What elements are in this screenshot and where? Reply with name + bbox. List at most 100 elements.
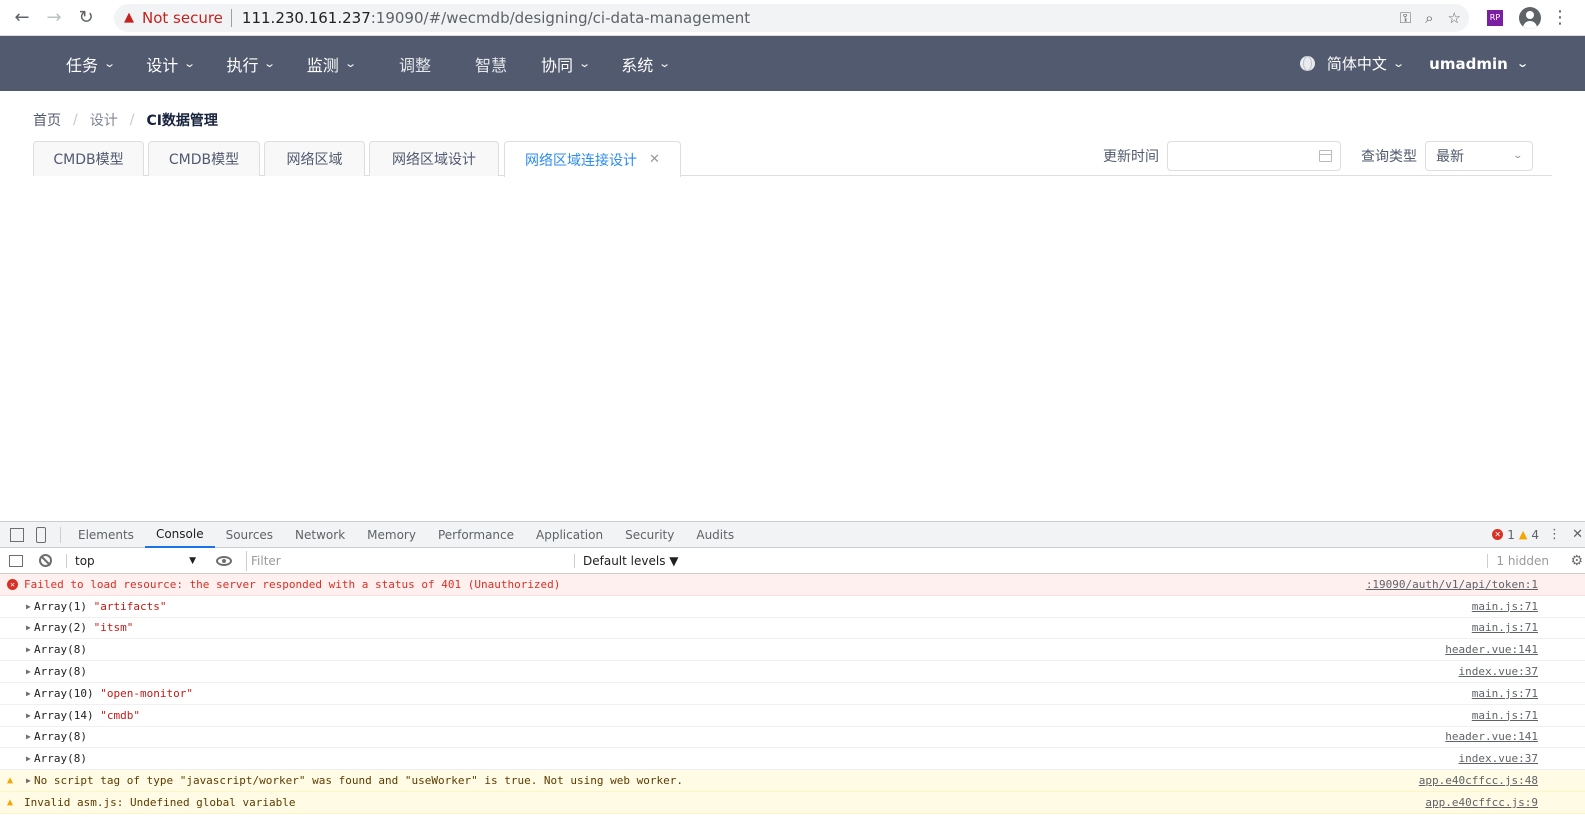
console-message-log[interactable]: ▶ Array(8) index.vue:37 [0, 748, 1585, 771]
source-link[interactable]: main.js:71 [1472, 687, 1538, 700]
clear-console-icon[interactable] [39, 554, 52, 567]
extension-icon[interactable]: RP [1487, 9, 1503, 26]
devtools-tab-security[interactable]: Security [614, 522, 685, 548]
devtools-tab-elements[interactable]: Elements [67, 522, 145, 548]
breadcrumb: 首页 / 设计 / CI数据管理 [33, 110, 218, 130]
console-message-log[interactable]: ▶ Array(8) index.vue:37 [0, 661, 1585, 683]
console-message-log[interactable]: ▶ Array(2) "itsm" main.js:71 [0, 618, 1585, 640]
console-message-log[interactable]: ▶ Array(8) header.vue:141 [0, 727, 1585, 749]
tab-label: CMDB模型 [53, 152, 124, 168]
bookmark-star-icon[interactable]: ☆ [1448, 9, 1461, 27]
query-type-value: 最新 [1436, 149, 1464, 165]
menu-design[interactable]: 设计 ⌄ [146, 52, 196, 76]
expand-triangle-icon[interactable]: ▶ [26, 602, 31, 611]
devtools-menu-icon[interactable]: ⋮ [1548, 527, 1561, 542]
log-levels-select[interactable]: Default levels ▼ [574, 553, 679, 568]
update-time-label: 更新时间 [1103, 149, 1159, 165]
context-select[interactable]: top ▼ [66, 553, 196, 568]
menu-execute[interactable]: 执行 ⌄ [226, 52, 276, 76]
warning-count: 4 [1531, 527, 1539, 542]
console-filter-input[interactable]: Filter [246, 550, 566, 571]
inspect-element-icon[interactable] [10, 527, 24, 542]
expand-triangle-icon[interactable]: ▶ [26, 754, 31, 763]
chevron-down-icon: ⌄ [1392, 57, 1405, 70]
close-icon[interactable]: ✕ [649, 152, 660, 167]
device-toolbar-icon[interactable] [36, 526, 46, 543]
reload-icon[interactable]: ↻ [72, 4, 100, 32]
source-link[interactable]: main.js:71 [1472, 621, 1538, 634]
console-message-log[interactable]: ▶ Array(14) "cmdb" main.js:71 [0, 705, 1585, 727]
devtools-tab-audits[interactable]: Audits [685, 522, 745, 548]
menu-tasks[interactable]: 任务 ⌄ [66, 52, 116, 76]
console-message-log[interactable]: ▶ Array(8) header.vue:141 [0, 639, 1585, 662]
devtools-tab-console[interactable]: Console [144, 522, 215, 548]
source-link[interactable]: header.vue:141 [1445, 643, 1538, 656]
warning-icon: ▲ [7, 796, 14, 808]
warning-icon: ▲ [124, 10, 134, 25]
source-link[interactable]: main.js:71 [1472, 600, 1538, 613]
menu-label: 监测 [306, 55, 339, 75]
gear-icon[interactable]: ⚙ [1570, 553, 1583, 569]
expand-triangle-icon[interactable]: ▶ [26, 689, 31, 698]
menu-monitor[interactable]: 监测 ⌄ [306, 52, 357, 76]
tab-cmdb-model-1[interactable]: CMDB模型 [33, 141, 144, 176]
key-icon[interactable]: ⚿ [1400, 9, 1411, 27]
language-selector[interactable]: 简体中文 ⌄ [1299, 53, 1405, 74]
source-link[interactable]: index.vue:37 [1459, 752, 1538, 765]
address-bar[interactable]: ▲ Not secure 111.230.161.237:19090/#/wec… [114, 3, 1469, 32]
expand-triangle-icon[interactable]: ▶ [26, 667, 31, 676]
divider [230, 8, 232, 27]
query-type-select[interactable]: 最新 ⌄ [1425, 141, 1533, 171]
expand-triangle-icon[interactable]: ▶ [26, 645, 31, 654]
source-link[interactable]: app.e40cffcc.js:9 [1425, 796, 1538, 809]
warning-icon: ▲ [1518, 528, 1528, 541]
zoom-icon[interactable]: ⌕ [1425, 9, 1433, 27]
menu-collaborate[interactable]: 协同 ⌄ [541, 52, 591, 76]
console-message-log[interactable]: ▶ Array(1) "artifacts" main.js:71 [0, 596, 1585, 618]
tab-network-zone-design[interactable]: 网络区域设计 [369, 141, 499, 176]
source-link[interactable]: header.vue:141 [1445, 730, 1538, 743]
source-link[interactable]: index.vue:37 [1459, 665, 1538, 678]
sidebar-toggle-icon[interactable] [9, 554, 23, 567]
update-time-picker[interactable] [1167, 141, 1341, 171]
tab-network-zone[interactable]: 网络区域 [264, 141, 365, 176]
chevron-down-icon: ⌄ [1512, 151, 1524, 161]
close-icon[interactable]: ✕ [1572, 527, 1583, 542]
expand-triangle-icon[interactable]: ▶ [26, 711, 31, 720]
browser-menu-icon[interactable]: ⋮ [1551, 7, 1569, 28]
expand-triangle-icon[interactable]: ▶ [26, 623, 31, 632]
expand-triangle-icon[interactable]: ▶ [26, 732, 31, 741]
profile-avatar-icon[interactable] [1519, 6, 1541, 29]
message-string: "cmdb" [100, 708, 140, 722]
source-link[interactable]: main.js:71 [1472, 709, 1538, 722]
security-status[interactable]: Not secure [142, 9, 223, 27]
tab-network-zone-link-design[interactable]: 网络区域连接设计 ✕ [504, 141, 681, 177]
menu-system[interactable]: 系统 ⌄ [621, 52, 672, 76]
tab-cmdb-model-2[interactable]: CMDB模型 [148, 141, 260, 176]
chevron-down-icon: ⌄ [658, 57, 672, 70]
menu-adjust[interactable]: 调整 [399, 52, 431, 76]
menu-wisdom[interactable]: 智慧 [475, 52, 507, 76]
chevron-down-icon: ⌄ [1515, 57, 1529, 70]
source-link[interactable]: :19090/auth/v1/api/token:1 [1366, 578, 1538, 591]
devtools-tab-application[interactable]: Application [525, 522, 614, 548]
devtools-tab-network[interactable]: Network [284, 522, 356, 548]
console-message-log[interactable]: ▶ Array(10) "open-monitor" main.js:71 [0, 683, 1585, 705]
devtools-tab-memory[interactable]: Memory [356, 522, 427, 548]
expand-triangle-icon[interactable]: ▶ [26, 776, 31, 785]
console-messages: ✕ Failed to load resource: the server res… [0, 574, 1585, 814]
filter-bar: 更新时间 查询类型 最新 ⌄ [1103, 141, 1533, 171]
tab-label: 网络区域 [286, 152, 343, 168]
devtools-tab-performance[interactable]: Performance [427, 522, 525, 548]
breadcrumb-current: CI数据管理 [146, 113, 218, 129]
issue-counter[interactable]: ✕ 1 ▲ 4 [1492, 528, 1539, 542]
user-menu[interactable]: umadmin ⌄ [1429, 55, 1529, 73]
breadcrumb-home[interactable]: 首页 [33, 110, 61, 130]
source-link[interactable]: app.e40cffcc.js:48 [1419, 774, 1538, 787]
live-expression-icon[interactable] [216, 555, 232, 566]
globe-icon [1299, 56, 1315, 71]
forward-icon[interactable]: → [40, 4, 68, 32]
message-text: Array(14) [34, 708, 101, 722]
devtools-tab-sources[interactable]: Sources [215, 522, 284, 548]
back-icon[interactable]: ← [8, 4, 36, 32]
